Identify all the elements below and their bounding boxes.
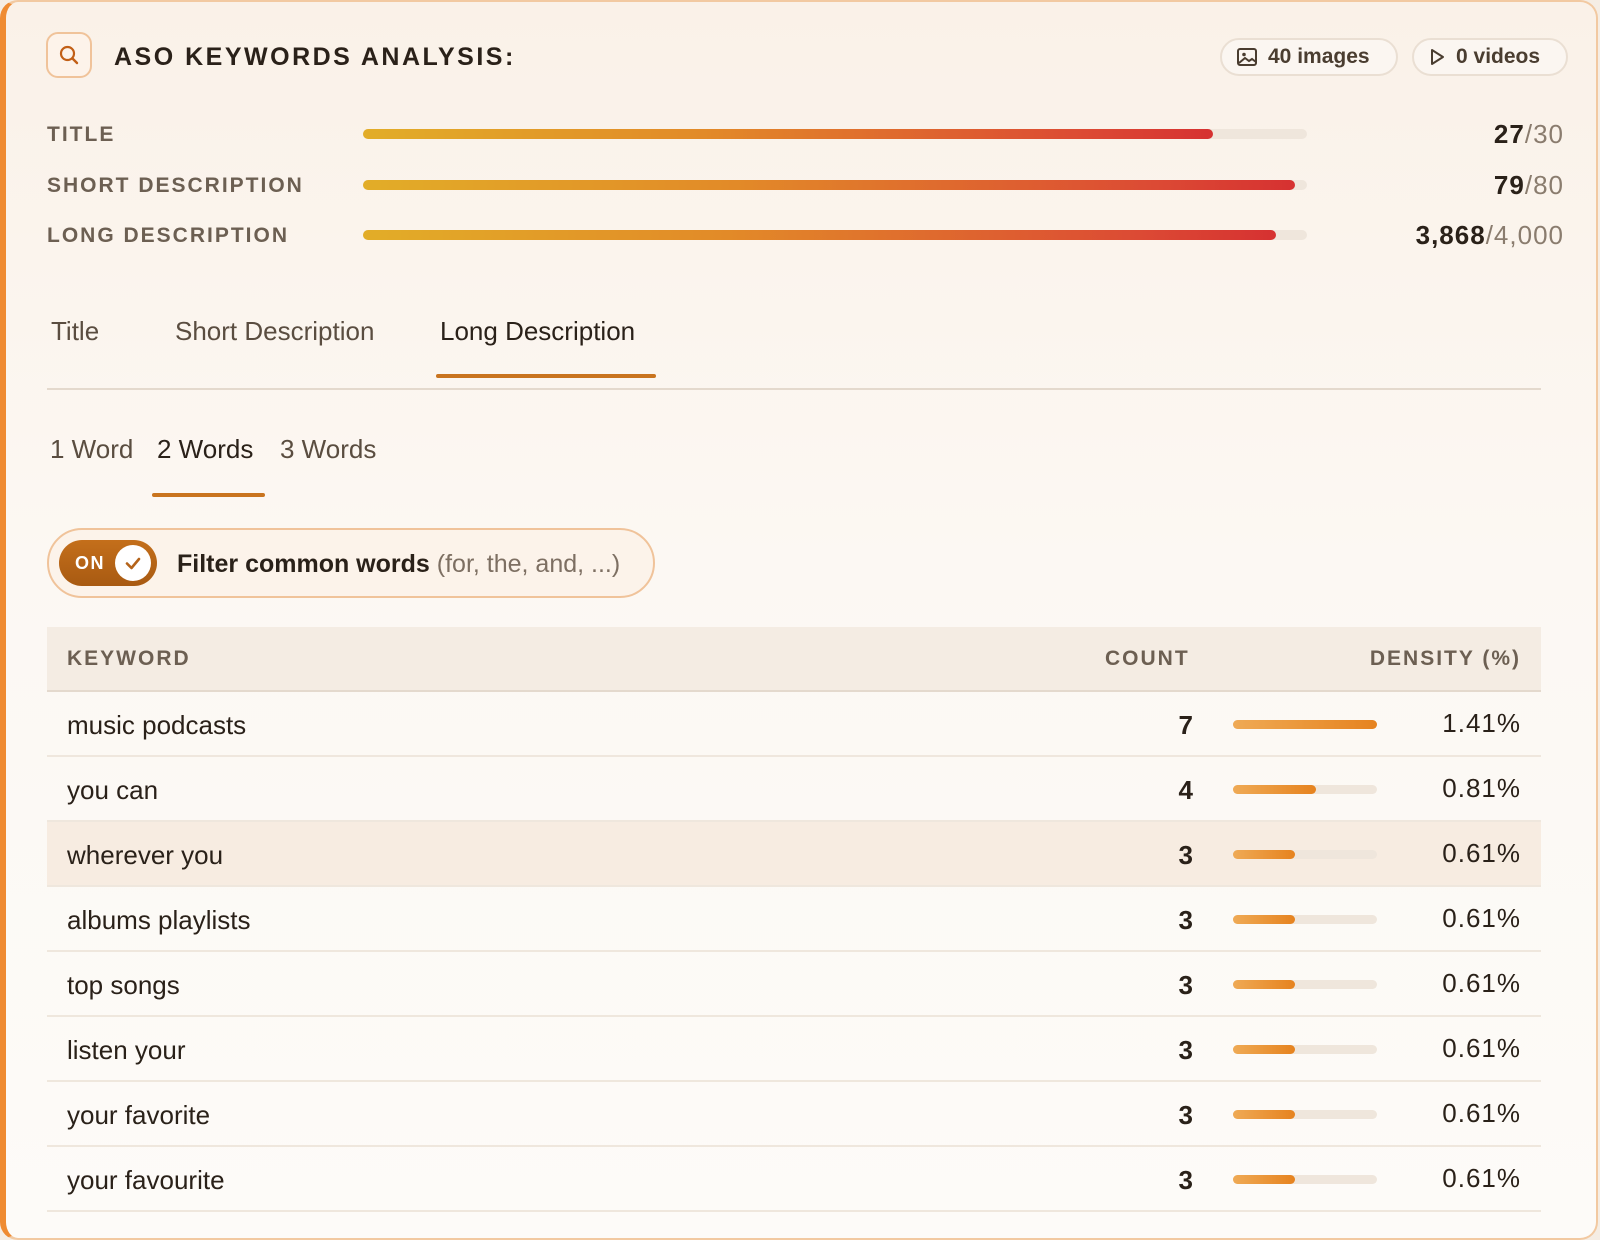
keyword-cell: listen your — [67, 1035, 186, 1065]
filter-toggle[interactable]: ON — [59, 540, 157, 586]
meter-label: LONG DESCRIPTION — [47, 224, 290, 247]
density-bar — [1233, 850, 1377, 859]
column-header-keyword[interactable]: KEYWORD — [67, 647, 191, 671]
subtab-3-words[interactable]: 3 Words — [280, 434, 376, 465]
search-icon — [59, 45, 79, 65]
table-row[interactable]: albums playlists 3 0.61% — [47, 887, 1541, 952]
count-cell: 3 — [1178, 1035, 1193, 1065]
filter-common-words: ON Filter common words (for, the, and, .… — [47, 528, 655, 598]
density-bar — [1233, 1175, 1377, 1184]
meter-label: SHORT DESCRIPTION — [47, 174, 304, 197]
density-cell: 0.61% — [1442, 1033, 1521, 1063]
page-title: ASO KEYWORDS ANALYSIS: — [114, 43, 516, 71]
meter-value: 3,868/4,000 — [1415, 220, 1564, 250]
tab-short-description[interactable]: Short Description — [175, 316, 374, 347]
density-bar-fill — [1233, 915, 1296, 924]
table-row[interactable]: your favourite 3 0.61% — [47, 1147, 1541, 1212]
density-bar — [1233, 980, 1377, 989]
table-row[interactable]: music podcasts 7 1.41% — [47, 692, 1541, 757]
meter-title: TITLE 27/30 — [47, 119, 1564, 149]
density-cell: 0.81% — [1442, 773, 1521, 803]
count-cell: 3 — [1178, 1100, 1193, 1130]
active-subtab-indicator — [152, 493, 265, 497]
count-cell: 7 — [1178, 710, 1193, 740]
meter-value: 27/30 — [1493, 119, 1564, 149]
density-cell: 1.41% — [1442, 708, 1521, 738]
table-header: KEYWORD COUNT DENSITY (%) — [47, 627, 1541, 692]
meter-fill — [363, 230, 1276, 240]
density-bar-fill — [1233, 1045, 1296, 1054]
density-cell: 0.61% — [1442, 1163, 1521, 1193]
toggle-state-label: ON — [75, 553, 105, 573]
meter-fill — [363, 129, 1213, 139]
table-row[interactable]: your favorite 3 0.61% — [47, 1082, 1541, 1147]
density-bar-fill — [1233, 1110, 1296, 1119]
density-bar-fill — [1233, 980, 1296, 989]
card-header: ASO KEYWORDS ANALYSIS: 40 images 0 video… — [46, 32, 1568, 84]
meter-value: 79/80 — [1493, 170, 1564, 200]
column-header-density[interactable]: DENSITY (%) — [1370, 647, 1521, 671]
image-icon — [1237, 48, 1257, 66]
tab-title[interactable]: Title — [51, 316, 99, 347]
videos-count-label: 0 videos — [1456, 45, 1541, 68]
density-bar-fill — [1233, 720, 1377, 729]
keywords-table: KEYWORD COUNT DENSITY (%) music podcasts… — [47, 627, 1541, 1212]
videos-count-pill[interactable]: 0 videos — [1412, 38, 1568, 76]
table-row[interactable]: you can 4 0.81% — [47, 757, 1541, 822]
keywords-analysis-card: ASO KEYWORDS ANALYSIS: 40 images 0 video… — [0, 0, 1598, 1240]
density-cell: 0.61% — [1442, 968, 1521, 998]
count-cell: 3 — [1178, 1165, 1193, 1195]
tab-long-description[interactable]: Long Description — [440, 316, 635, 347]
meter-track — [363, 129, 1307, 139]
density-cell: 0.61% — [1442, 1098, 1521, 1128]
density-bar — [1233, 720, 1377, 729]
subtab-2-words[interactable]: 2 Words — [157, 434, 253, 465]
images-count-label: 40 images — [1268, 45, 1370, 68]
count-cell: 3 — [1178, 840, 1193, 870]
table-row[interactable]: top songs 3 0.61% — [47, 952, 1541, 1017]
subtab-1-word[interactable]: 1 Word — [50, 434, 133, 465]
play-icon — [1431, 49, 1444, 65]
keyword-cell: your favorite — [67, 1100, 211, 1130]
section-tabs: Title Short Description Long Description — [47, 302, 1541, 390]
density-bar — [1233, 915, 1377, 924]
keyword-cell: wherever you — [67, 840, 224, 870]
density-cell: 0.61% — [1442, 838, 1521, 868]
keyword-cell: music podcasts — [67, 710, 247, 740]
meter-fill — [363, 180, 1296, 190]
keyword-cell: top songs — [67, 970, 180, 1000]
table-row[interactable]: wherever you 3 0.61% — [47, 822, 1541, 887]
keyword-cell: your favourite — [67, 1165, 225, 1195]
keyword-cell: albums playlists — [67, 905, 251, 935]
count-cell: 3 — [1178, 905, 1193, 935]
meter-label: TITLE — [47, 123, 116, 146]
count-cell: 3 — [1178, 970, 1193, 1000]
density-bar — [1233, 1110, 1377, 1119]
density-bar — [1233, 785, 1377, 794]
density-cell: 0.61% — [1442, 903, 1521, 933]
meter-track — [363, 180, 1307, 190]
density-bar-fill — [1233, 850, 1296, 859]
word-count-tabs: 1 Word 2 Words 3 Words — [47, 422, 447, 502]
density-bar-fill — [1233, 785, 1316, 794]
column-header-count[interactable]: COUNT — [1105, 647, 1190, 671]
active-tab-indicator — [436, 374, 656, 378]
check-icon — [125, 557, 141, 570]
meter-short-description: SHORT DESCRIPTION 79/80 — [47, 170, 1564, 200]
count-cell: 4 — [1178, 775, 1193, 805]
filter-label: Filter common words (for, the, and, ...) — [177, 550, 621, 578]
table-row[interactable]: listen your 3 0.61% — [47, 1017, 1541, 1082]
search-button[interactable] — [46, 32, 92, 78]
density-bar — [1233, 1045, 1377, 1054]
toggle-knob — [115, 545, 151, 581]
meter-track — [363, 230, 1307, 240]
images-count-pill[interactable]: 40 images — [1220, 38, 1398, 76]
meter-long-description: LONG DESCRIPTION 3,868/4,000 — [47, 220, 1564, 250]
keyword-cell: you can — [67, 775, 159, 805]
density-bar-fill — [1233, 1175, 1296, 1184]
